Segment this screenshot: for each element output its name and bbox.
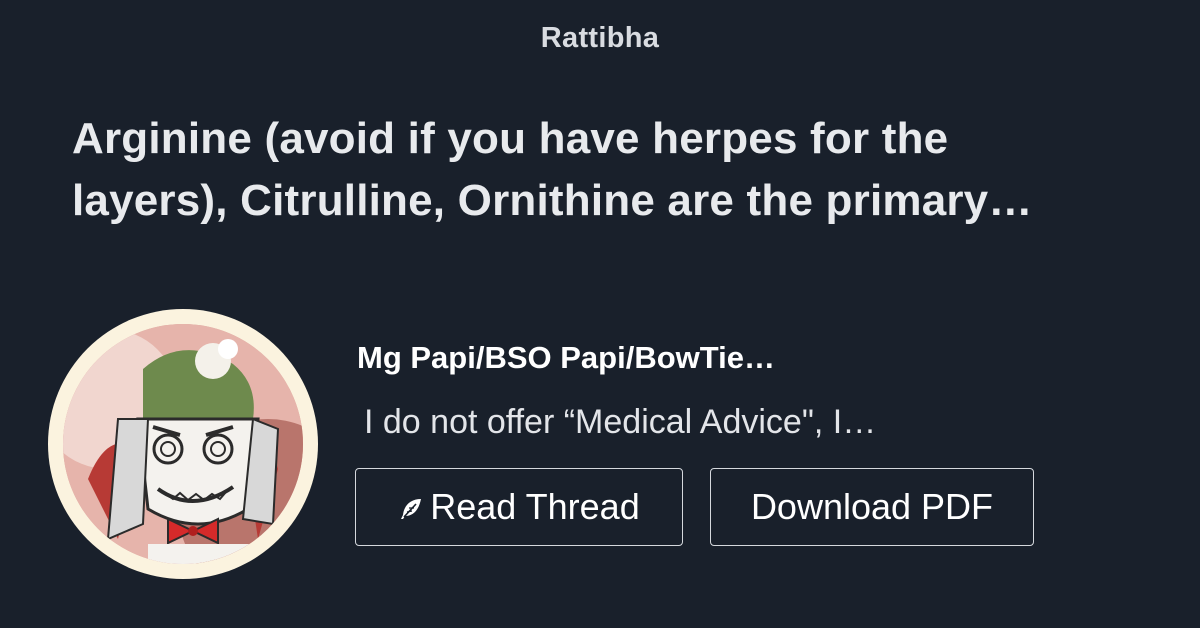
share-card: Rattibha Arginine (avoid if you have her… <box>0 0 1200 628</box>
download-pdf-button[interactable]: Download PDF <box>710 468 1034 546</box>
brand-name: Rattibha <box>540 22 660 54</box>
feather-icon <box>398 496 424 522</box>
download-pdf-label: Download PDF <box>750 486 994 527</box>
read-thread-label: Read Thread <box>430 486 640 527</box>
headline-line-1: Arginine (avoid if you have herpes for t… <box>72 114 949 163</box>
author-bio: I do not offer “Medical Advice", I… <box>364 403 877 441</box>
headline-line-2: layers), Citrulline, Ornithine are the p… <box>72 176 1033 225</box>
avatar-illustration <box>63 324 303 564</box>
author-avatar <box>48 309 318 579</box>
thread-headline: Arginine (avoid if you have herpes for t… <box>72 108 1132 232</box>
author-name[interactable]: Mg Papi/BSO Papi/BowTie… <box>357 340 775 376</box>
read-thread-button[interactable]: Read Thread <box>355 468 683 546</box>
